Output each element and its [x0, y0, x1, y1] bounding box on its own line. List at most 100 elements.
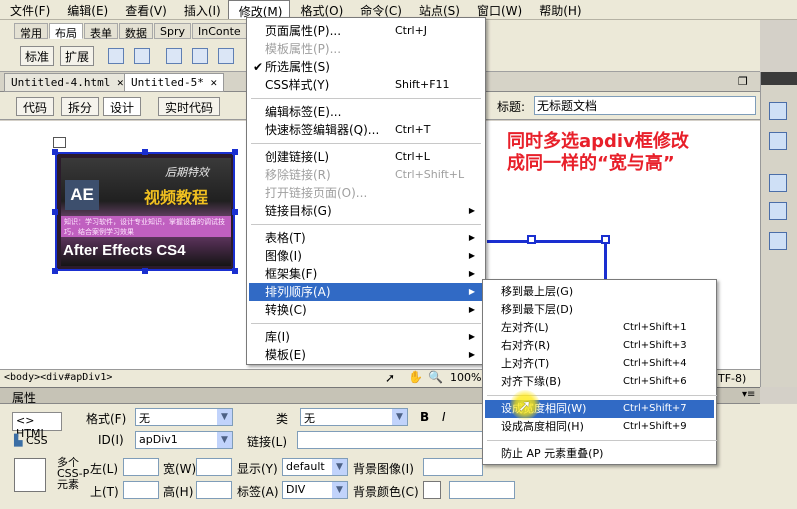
apdiv-1-selected[interactable]: 后期特效 AE 视频教程 知识：学习软件，设计专业知识，掌握设备的调试技巧，结合…	[55, 152, 235, 271]
menu-1[interactable]: 编辑(E)	[57, 0, 115, 19]
design-view-button[interactable]: 设计	[103, 97, 142, 116]
insert-tab[interactable]: 布局	[49, 23, 83, 40]
frame-icon[interactable]	[218, 48, 234, 64]
submenu-arrow-icon: ▶	[468, 350, 475, 359]
menu-2[interactable]: 查看(V)	[115, 0, 174, 19]
top-input[interactable]	[123, 481, 159, 499]
italic-button[interactable]: I	[442, 410, 446, 424]
split-view-button[interactable]: 拆分	[61, 97, 100, 116]
resize-handle[interactable]	[142, 149, 148, 155]
layer-icon[interactable]	[134, 48, 150, 64]
id-label: ID(I)	[98, 433, 124, 447]
bg-image-input[interactable]	[423, 458, 483, 476]
resize-handle[interactable]	[601, 235, 610, 244]
menu-0[interactable]: 文件(F)	[0, 0, 57, 19]
class-select[interactable]: 无	[300, 408, 408, 426]
resize-handle[interactable]	[232, 268, 238, 274]
modify-menu-item[interactable]: 模板(E) ▶	[249, 346, 483, 364]
arrange-submenu-item[interactable]: 移到最上层(G)	[485, 283, 714, 301]
arrange-submenu-item[interactable]: 移到最下层(D)	[485, 301, 714, 319]
expanded-mode-button[interactable]: 扩展	[60, 46, 95, 66]
modify-menu-item[interactable]: 排列顺序(A) ▶	[249, 283, 483, 301]
modify-menu-item[interactable]: 快速标签编辑器(Q)... Ctrl+T	[249, 121, 483, 139]
resize-handle[interactable]	[232, 209, 238, 215]
panel-options-icon[interactable]: ▾≡	[742, 389, 755, 400]
link-input[interactable]	[297, 431, 483, 449]
code-view-button[interactable]: 代码	[16, 97, 55, 116]
menu-item-label: 所选属性(S)	[265, 60, 330, 74]
top-label: 上(T)	[90, 485, 119, 499]
menu-9[interactable]: 帮助(H)	[529, 0, 588, 19]
arrange-submenu-item[interactable]: 设成高度相同(H) Ctrl+Shift+9	[485, 418, 714, 436]
arrange-submenu-item[interactable]: 上对齐(T) Ctrl+Shift+4	[485, 355, 714, 373]
annotation-text: 同时多选apdiv框修改 成同一样的“宽与高”	[507, 131, 757, 175]
resize-handle[interactable]	[232, 149, 238, 155]
modify-menu-item[interactable]: 转换(C) ▶	[249, 301, 483, 319]
apdiv-anchor-icon[interactable]	[53, 137, 66, 148]
insert-panel-icon[interactable]	[769, 102, 787, 120]
assets-panel-icon[interactable]	[769, 174, 787, 192]
resize-handle[interactable]	[52, 268, 58, 274]
html-icon: <>	[16, 414, 35, 427]
resize-handle[interactable]	[52, 149, 58, 155]
annotation-line-1: 同时多选apdiv框修改	[507, 131, 689, 152]
tab-untitled-4[interactable]: Untitled-4.html ✕	[4, 73, 131, 92]
insert-tab[interactable]: 表单	[84, 23, 118, 40]
arrange-submenu-item[interactable]: 右对齐(R) Ctrl+Shift+3	[485, 337, 714, 355]
bg-color-input[interactable]	[449, 481, 515, 499]
insert-tab[interactable]: InConte	[192, 23, 247, 39]
id-select[interactable]: apDiv1	[135, 431, 233, 449]
restore-icon[interactable]: ❐	[738, 75, 748, 88]
insert-tab[interactable]: 常用	[14, 23, 48, 40]
modify-menu-item[interactable]: 创建链接(L) Ctrl+L	[249, 148, 483, 166]
height-input[interactable]	[196, 481, 232, 499]
insert-tab[interactable]: 数据	[119, 23, 153, 40]
zoom-tool-icon[interactable]: 🔍	[428, 370, 443, 384]
modify-menu-item[interactable]: CSS样式(Y) Shift+F11	[249, 76, 483, 94]
modify-menu-item[interactable]: 编辑标签(E)...	[249, 103, 483, 121]
title-input[interactable]	[534, 96, 756, 115]
resize-handle[interactable]	[527, 235, 536, 244]
pointer-tool-icon[interactable]: ➚	[385, 371, 395, 385]
modify-menu-item[interactable]: 页面属性(P)... Ctrl+J	[249, 22, 483, 40]
resize-handle[interactable]	[142, 268, 148, 274]
tag-select[interactable]: DIV	[282, 481, 348, 499]
modify-menu-item[interactable]: 链接目标(G) ▶	[249, 202, 483, 220]
tag-selector[interactable]: <body><div#apDiv1>	[4, 372, 112, 383]
close-icon[interactable]: ✕	[210, 76, 217, 89]
modify-menu-item[interactable]: ✔ 所选属性(S)	[249, 58, 483, 76]
modify-menu-item[interactable]: 表格(T) ▶	[249, 229, 483, 247]
hand-tool-icon[interactable]: ✋	[408, 370, 423, 384]
menu-3[interactable]: 插入(I)	[174, 0, 228, 19]
display-select[interactable]: default	[282, 458, 348, 476]
bg-color-swatch[interactable]	[423, 481, 441, 499]
close-icon[interactable]: ✕	[117, 76, 124, 89]
left-input[interactable]	[123, 458, 159, 476]
files-panel-icon[interactable]	[769, 132, 787, 150]
ap-elements-panel-icon[interactable]	[769, 232, 787, 250]
arrange-submenu-item[interactable]: 防止 AP 元素重叠(P)	[485, 445, 714, 463]
css-styles-panel-icon[interactable]	[769, 202, 787, 220]
modify-menu-item[interactable]: 框架集(F) ▶	[249, 265, 483, 283]
zoom-level[interactable]: 100%	[450, 371, 481, 384]
modify-menu-item[interactable]: 库(I) ▶	[249, 328, 483, 346]
draw-apdiv-icon[interactable]	[166, 48, 182, 64]
table-icon[interactable]	[108, 48, 124, 64]
spry-menu-icon[interactable]	[192, 48, 208, 64]
standard-mode-button[interactable]: 标准	[20, 46, 55, 66]
live-code-button[interactable]: 实时代码	[158, 97, 221, 116]
tab-untitled-5[interactable]: Untitled-5* ✕	[124, 73, 225, 92]
bold-button[interactable]: B	[420, 410, 429, 424]
submenu-arrow-icon: ▶	[468, 206, 475, 215]
width-input[interactable]	[196, 458, 232, 476]
modify-menu-item[interactable]: 图像(I) ▶	[249, 247, 483, 265]
arrange-submenu-item[interactable]: 左对齐(L) Ctrl+Shift+1	[485, 319, 714, 337]
css-mode-button[interactable]: ▙ CSS	[14, 434, 48, 447]
encoding-text: TF-8)	[718, 372, 747, 385]
format-select[interactable]: 无	[135, 408, 233, 426]
html-mode-button[interactable]: <> HTML	[12, 412, 62, 440]
insert-tab[interactable]: Spry	[154, 23, 191, 39]
menu-shortcut: Ctrl+J	[395, 24, 428, 37]
resize-handle[interactable]	[52, 209, 58, 215]
arrange-submenu-item[interactable]: 对齐下缘(B) Ctrl+Shift+6	[485, 373, 714, 391]
